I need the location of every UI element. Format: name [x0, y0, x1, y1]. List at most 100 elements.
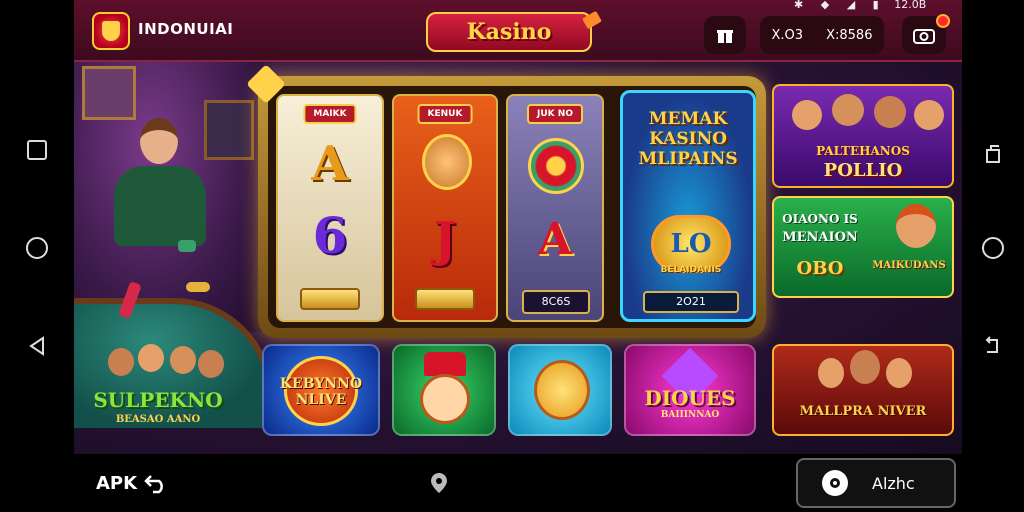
system-nav-right	[962, 0, 1024, 512]
triangle-back-icon	[29, 336, 44, 356]
top-hat-icon	[424, 352, 466, 376]
chip-stack	[186, 282, 210, 292]
gold-bar-icon	[415, 288, 475, 310]
featured-year: 2O21	[643, 291, 739, 313]
bluetooth-icon: ✱	[794, 0, 804, 11]
symbol-a: A	[311, 136, 349, 192]
action-label: Alzhc	[872, 473, 915, 493]
location-pin-icon[interactable]	[428, 472, 450, 494]
square-icon	[27, 140, 47, 160]
tile-title: KEBYNNO NLIVE	[279, 376, 363, 408]
reel-header: JUK NO	[527, 104, 583, 124]
balance-pill[interactable]: X.O3 X:8586	[760, 16, 884, 54]
game-tile-clown[interactable]	[392, 344, 496, 436]
recent-apps-button[interactable]	[19, 132, 55, 168]
reel-2: KENUK J	[392, 94, 498, 322]
character-face	[198, 350, 224, 378]
symbol-6: 6	[312, 206, 348, 265]
character-face	[874, 96, 906, 128]
circle-icon	[26, 237, 48, 259]
character-face	[170, 346, 196, 374]
promo-side-label: MAIKUDANS	[872, 260, 946, 271]
dealer-head	[140, 118, 178, 164]
game-tile-sun[interactable]	[508, 344, 612, 436]
return-icon	[985, 336, 998, 353]
game-tile-sulpekno[interactable]: SULPEKNO BEASAO AANO	[78, 344, 238, 436]
character-face	[138, 344, 164, 372]
rotate-screen-button[interactable]	[975, 136, 1011, 172]
promo-card-pirates[interactable]: PALTEHANOS POLLIO	[772, 84, 954, 188]
back-button[interactable]	[19, 328, 55, 364]
tile-title: SULPEKNO	[93, 388, 223, 412]
character-face	[832, 94, 864, 126]
wall-poster	[82, 66, 136, 120]
wall-poster	[204, 100, 254, 160]
character-face	[914, 100, 944, 130]
promo-subtitle: PALTEHANOS	[816, 144, 910, 158]
game-tile-diques[interactable]: DIOUES BAIIINNAO	[624, 344, 756, 436]
dealer-scene-image	[74, 62, 274, 428]
signal-icon: ◢	[846, 0, 856, 11]
game-tile-live[interactable]: KEBYNNO NLIVE	[262, 344, 380, 436]
back-return-button[interactable]	[975, 328, 1011, 364]
symbol-j: J	[433, 212, 457, 268]
character-face	[896, 204, 936, 248]
bottom-bar: APK Alzhc	[74, 454, 962, 512]
undo-icon	[144, 475, 163, 494]
rotate-icon	[986, 145, 1000, 163]
record-icon	[822, 470, 848, 496]
gift-button[interactable]	[704, 16, 746, 54]
casino-app: INDONUIAI Kasino X.O3 X:8586 ✱ ◆ ◢ ▮ 12.…	[74, 0, 962, 454]
home-button-right[interactable]	[975, 230, 1011, 266]
gift-icon	[717, 29, 733, 43]
notification-badge	[936, 14, 950, 28]
brand-logo-icon[interactable]	[92, 12, 130, 50]
tile-title: DIOUES	[644, 386, 736, 410]
apk-label: APK	[96, 472, 138, 494]
sun-face-icon	[534, 360, 590, 420]
clown-face-icon	[420, 374, 470, 424]
promo-card-red[interactable]: MALLPRA NIVER	[772, 344, 954, 436]
promo-title: MALLPRA NIVER	[799, 404, 927, 419]
featured-game-card[interactable]: MEMAK KASINO MLIPAINS LO BELAIDANIS 2O21	[620, 90, 756, 322]
dealer-body	[114, 166, 206, 246]
shield-icon	[102, 21, 120, 41]
apk-button[interactable]: APK	[96, 472, 169, 494]
status-time: 12.0B	[894, 0, 927, 11]
home-button[interactable]	[19, 230, 55, 266]
coin-label: LO	[670, 229, 712, 259]
reel-1: MAIKK A 6	[276, 94, 384, 322]
character-face	[850, 350, 880, 384]
symbol-a: A	[537, 214, 573, 265]
chip-stack	[178, 240, 196, 252]
promo-title: POLLIO	[823, 160, 903, 181]
roulette-wheel-icon	[528, 138, 584, 194]
balance-left: X.O3	[771, 27, 804, 43]
reel-header: KENUK	[417, 104, 473, 124]
promo-card-green[interactable]: OIAONO IS MENAION OBO MAIKUDANS	[772, 196, 954, 298]
reel-header: MAIKK	[303, 104, 357, 124]
reel-3: JUK NO A 8C6S	[506, 94, 604, 322]
action-button[interactable]: Alzhc	[796, 458, 956, 508]
status-bar: ✱ ◆ ◢ ▮ 12.0B	[794, 0, 926, 11]
coin-caption: BELAIDANIS	[660, 265, 722, 275]
battery-icon: ▮	[872, 0, 879, 11]
brand-name: INDONUIAI	[138, 20, 234, 38]
gold-bar-icon	[300, 288, 360, 310]
camera-icon	[913, 29, 935, 44]
page-title: Kasino	[426, 12, 592, 52]
character-face	[792, 100, 822, 130]
wifi-icon: ◆	[820, 0, 830, 11]
promo-number: OBO	[796, 258, 844, 279]
pharaoh-icon	[422, 134, 472, 190]
promo-line: OIAONO IS	[782, 212, 858, 226]
promo-line: MENAION	[782, 230, 858, 245]
reel-value: 8C6S	[522, 290, 590, 314]
tile-subtitle: BAIIINNAO	[660, 410, 720, 420]
system-nav-left	[0, 0, 74, 512]
character-face	[108, 348, 134, 376]
featured-title: MEMAK KASINO MLIPAINS	[638, 109, 738, 169]
tile-subtitle: BEASAO AANO	[115, 414, 201, 425]
circle-icon	[982, 237, 1004, 259]
character-face	[886, 358, 912, 388]
